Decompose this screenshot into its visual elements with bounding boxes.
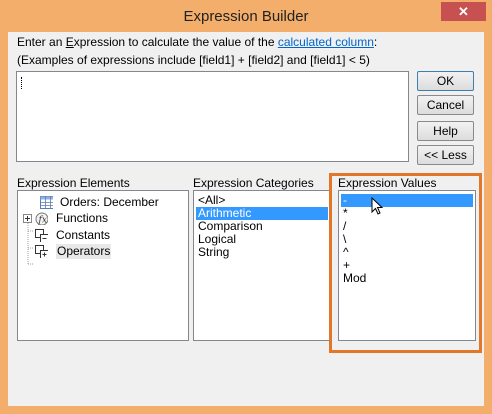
text-caret bbox=[21, 77, 23, 89]
dialog-body: Enter an Expression to calculate the val… bbox=[8, 32, 484, 406]
tree-item-label: Operators bbox=[56, 244, 112, 259]
operators-icon bbox=[35, 245, 48, 258]
values-highlight-frame bbox=[329, 173, 482, 353]
constants-icon bbox=[35, 229, 48, 242]
table-icon bbox=[40, 196, 53, 209]
instruction-line-1: Enter an Expression to calculate the val… bbox=[17, 35, 377, 49]
less-button[interactable]: << Less bbox=[417, 145, 474, 165]
title-bar: Expression Builder ✕ bbox=[1, 1, 491, 33]
expression-elements-label: Expression Elements bbox=[17, 176, 130, 190]
instruction-access-key: E bbox=[65, 35, 74, 49]
calculated-column-link[interactable]: calculated column bbox=[278, 35, 374, 49]
expression-input[interactable] bbox=[16, 71, 409, 162]
expression-elements-tree[interactable]: Orders: December fx Functions Constants … bbox=[17, 190, 189, 341]
svg-text:fx: fx bbox=[38, 216, 47, 226]
instruction-line-2: (Examples of expressions include [field1… bbox=[17, 53, 370, 67]
tree-item-label: Constants bbox=[56, 228, 111, 242]
close-icon: ✕ bbox=[458, 4, 469, 19]
window-title: Expression Builder bbox=[183, 8, 309, 25]
cancel-button[interactable]: Cancel bbox=[417, 95, 474, 115]
ok-button[interactable]: OK bbox=[417, 71, 474, 91]
tree-item-label: Functions bbox=[56, 211, 109, 225]
tree-item-label: Orders: December bbox=[60, 195, 159, 209]
function-icon: fx bbox=[35, 212, 48, 225]
expression-builder-window: Expression Builder ✕ Enter an Expression… bbox=[0, 0, 492, 414]
list-item[interactable]: String bbox=[196, 246, 231, 259]
expression-categories-list[interactable]: <All> Arithmetic Comparison Logical Stri… bbox=[193, 190, 331, 341]
instruction-middle: xpression to calculate the value of the bbox=[73, 35, 278, 49]
help-button[interactable]: Help bbox=[417, 121, 474, 141]
expression-categories-label: Expression Categories bbox=[193, 176, 314, 190]
close-button[interactable]: ✕ bbox=[441, 2, 486, 21]
instruction-prefix: Enter an bbox=[17, 35, 66, 49]
instruction-suffix: : bbox=[373, 35, 378, 49]
